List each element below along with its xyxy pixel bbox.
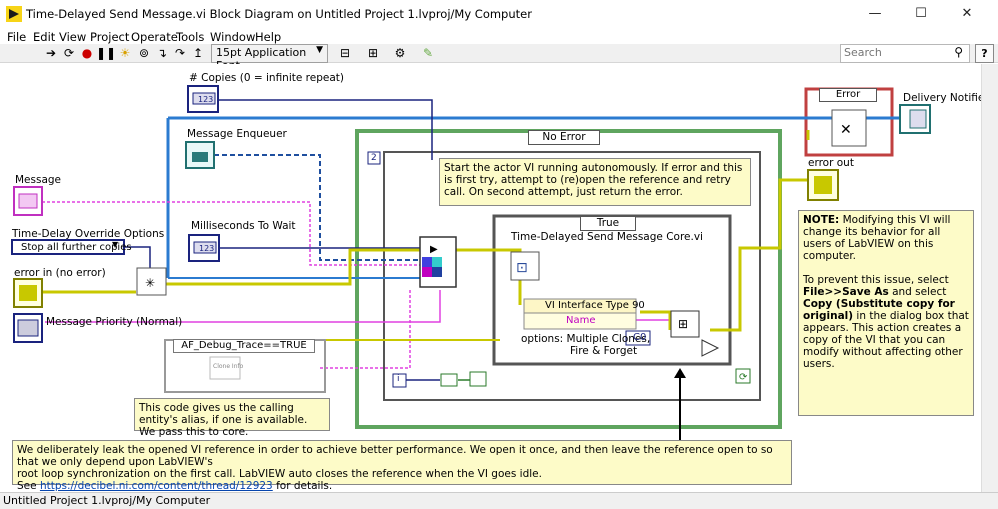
copies-control[interactable]: 123 — [187, 85, 219, 113]
highlight-execution-icon[interactable]: ☀ — [116, 44, 134, 62]
abort-icon[interactable]: ● — [78, 44, 96, 62]
svg-text:▶: ▶ — [430, 244, 438, 255]
distribute-objects-icon[interactable]: ⊞ — [364, 44, 382, 62]
search-box[interactable]: ⚲ — [840, 44, 970, 63]
modify-warning-note: NOTE: Modifying this VI will change its … — [798, 210, 974, 416]
loop-stop-terminal: ⟳ — [735, 368, 751, 384]
priority-control[interactable] — [13, 313, 43, 343]
title-bar: Time-Delayed Send Message.vi Block Diagr… — [0, 0, 998, 28]
start-actor-note: Start the actor VI running autonomously.… — [439, 158, 751, 206]
leak-note-line-1: We deliberately leak the opened VI refer… — [17, 444, 773, 468]
retain-wire-values-icon[interactable]: ⊚ — [135, 44, 153, 62]
search-input[interactable] — [844, 46, 942, 59]
error-out-label: error out — [808, 157, 854, 169]
i-value: i — [397, 374, 400, 384]
options-label-1: options: Multiple Clones, — [521, 333, 651, 345]
error-case-selector[interactable]: Error — [819, 88, 877, 102]
enqueuer-label: Message Enqueuer — [187, 128, 287, 140]
font-selector[interactable]: 15pt Application Font ▼ — [211, 44, 328, 72]
error-in-label: error in (no error) — [14, 267, 106, 279]
prevent-text-c: and select — [888, 286, 947, 298]
step-out-icon[interactable]: ↥ — [189, 44, 207, 62]
leak-reference-note: We deliberately leak the opened VI refer… — [12, 440, 792, 492]
align-objects-icon[interactable]: ⊟ — [336, 44, 354, 62]
window-title: Time-Delayed Send Message.vi Block Diagr… — [26, 7, 532, 21]
error-case-label: Error — [835, 89, 861, 100]
pause-icon[interactable]: ❚❚ — [96, 44, 116, 62]
debug-case-selector[interactable]: AF_Debug_Trace==TRUE — [173, 339, 315, 353]
status-bar: Untitled Project 1.lvproj/My Computer — [0, 492, 998, 509]
svg-text:123: 123 — [199, 244, 214, 253]
modify-note-heading: NOTE: — [803, 214, 840, 226]
labview-app-icon — [6, 6, 22, 22]
block-diagram-canvas[interactable]: 123 ✳ 123 ▶ ⊡ ⊞ ⟳ ✕ # Copies (0 = infini… — [0, 64, 998, 492]
svg-text:✕: ✕ — [840, 122, 852, 138]
prevent-text-a: To prevent this issue, select — [803, 274, 949, 286]
svg-text:✳: ✳ — [145, 276, 155, 290]
status-project-path: Untitled Project 1.lvproj/My Computer — [3, 494, 211, 507]
leak-note-end: for details. — [272, 480, 333, 492]
svg-text:123: 123 — [198, 95, 213, 104]
step-over-icon[interactable]: ↷ — [171, 44, 189, 62]
maximize-button[interactable]: ☐ — [898, 0, 944, 28]
bundle-node: ✳ — [136, 267, 167, 296]
ms-wait-label: Milliseconds To Wait — [191, 220, 296, 232]
minimize-button[interactable]: — — [852, 0, 898, 28]
context-help-button[interactable]: ? — [975, 44, 994, 63]
vi-interface-label: VI Interface Type 90 — [545, 300, 645, 311]
prevent-text-b: File>>Save As — [803, 286, 889, 298]
alias-note: This code gives us the calling entity's … — [134, 398, 330, 438]
svg-text:⊞: ⊞ — [678, 317, 688, 331]
core-vi-static-ref: ⊡ — [510, 251, 540, 281]
copies-label: # Copies (0 = infinite repeat) — [189, 72, 344, 84]
core-vi-label: Time-Delayed Send Message Core.vi — [511, 231, 703, 243]
leak-note-line-2: root loop synchronization on the first c… — [17, 468, 542, 480]
true-case-label: True — [596, 217, 620, 229]
override-dropdown-icon[interactable]: ▼ — [112, 240, 118, 249]
ms-wait-control[interactable]: 123 — [188, 234, 220, 262]
override-label: Time-Delay Override Options — [12, 228, 165, 240]
compare-node — [701, 339, 720, 357]
priority-label: Message Priority (Normal) — [46, 316, 183, 328]
no-error-case-selector[interactable]: No Error — [528, 130, 600, 145]
step-into-icon[interactable]: ↴ — [153, 44, 171, 62]
reorder-icon[interactable]: ⚙ — [391, 44, 409, 62]
run-continuously-icon[interactable]: ⟳ — [60, 44, 78, 62]
delivery-notifier-indicator — [899, 104, 931, 134]
chevron-down-icon: ▼ — [316, 45, 323, 55]
leak-note-see: See — [17, 480, 40, 492]
options-label-2: Fire & Forget — [570, 345, 638, 357]
leak-note-link[interactable]: https://decibel.ni.com/content/thread/12… — [40, 480, 273, 492]
name-property-label: Name — [566, 315, 596, 326]
no-error-case-label: No Error — [542, 131, 586, 143]
open-vi-ref-node: ⊞ — [670, 310, 700, 338]
true-case-selector[interactable]: True — [580, 216, 636, 231]
search-icon[interactable]: ⚲ — [954, 45, 963, 59]
run-arrow-icon[interactable]: ➔ — [42, 44, 60, 62]
error-out-indicator — [807, 169, 839, 201]
message-label: Message — [15, 174, 62, 186]
vertical-scrollbar[interactable] — [981, 64, 998, 492]
error-in-control[interactable] — [13, 278, 43, 308]
svg-text:⊡: ⊡ — [516, 260, 528, 276]
message-control[interactable] — [13, 186, 43, 216]
debug-case-label: AF_Debug_Trace==TRUE — [181, 340, 307, 351]
close-button[interactable]: ✕ — [944, 0, 990, 28]
call-by-reference-node: ▶ — [419, 236, 457, 288]
cleanup-diagram-icon[interactable]: ✎ — [419, 44, 437, 62]
clone-info-node-label: Clone Info — [213, 363, 244, 370]
iteration-value: 2 — [371, 153, 377, 163]
enqueuer-control[interactable] — [185, 141, 215, 169]
c0-label: C0 — [633, 332, 647, 343]
svg-text:⟳: ⟳ — [739, 372, 748, 383]
and-node — [440, 371, 487, 387]
clear-errors-node: ✕ — [831, 109, 867, 147]
delivery-notifier-label: Delivery Notifier — [903, 92, 989, 104]
